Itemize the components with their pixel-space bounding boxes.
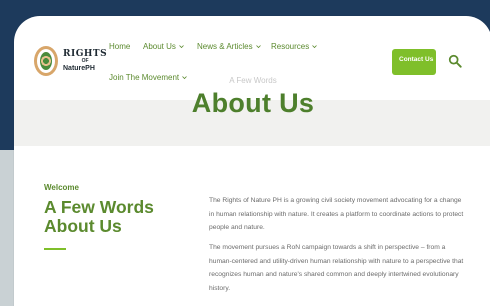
chevron-down-icon bbox=[179, 45, 184, 49]
nav-item-label: News & Articles bbox=[197, 42, 253, 51]
page-title: About Us bbox=[191, 88, 315, 118]
logo-emblem-icon bbox=[34, 46, 58, 76]
logo-wordmark: RIGHTS OF NaturePH bbox=[63, 48, 108, 72]
browser-frame: RIGHTS OF NaturePH Home About Us News & … bbox=[14, 16, 490, 306]
chevron-down-icon bbox=[255, 45, 261, 49]
site-logo[interactable]: RIGHTS OF NaturePH bbox=[34, 46, 107, 76]
section-kicker: Welcome bbox=[44, 183, 79, 192]
nav-item-label: Home bbox=[109, 42, 131, 51]
nav-item-label: Resources bbox=[271, 42, 310, 51]
nav-item-news-articles[interactable]: News & Articles bbox=[197, 42, 261, 51]
section-heading: A Few Words About Us bbox=[44, 197, 154, 236]
chevron-down-icon bbox=[312, 45, 318, 49]
nav-item-resources[interactable]: Resources bbox=[271, 42, 318, 51]
search-icon[interactable] bbox=[448, 54, 462, 68]
paragraph-intro: The Rights of Nature PH is a growing civ… bbox=[209, 197, 464, 231]
logo-line-2: OF bbox=[81, 57, 89, 64]
nav-item-home[interactable]: Home bbox=[109, 42, 130, 51]
logo-line-3: NaturePH bbox=[63, 64, 95, 72]
paragraph-movement: The movement pursues a RoN campaign towa… bbox=[209, 244, 464, 292]
hero-subtitle: A Few Words bbox=[229, 76, 277, 85]
contact-us-button[interactable]: Contact Us bbox=[392, 49, 436, 75]
logo-line-1: RIGHTS bbox=[63, 48, 108, 59]
nav-item-label: About Us bbox=[143, 42, 176, 51]
nav-item-about-us[interactable]: About Us bbox=[143, 42, 184, 51]
heading-underline bbox=[44, 248, 66, 250]
